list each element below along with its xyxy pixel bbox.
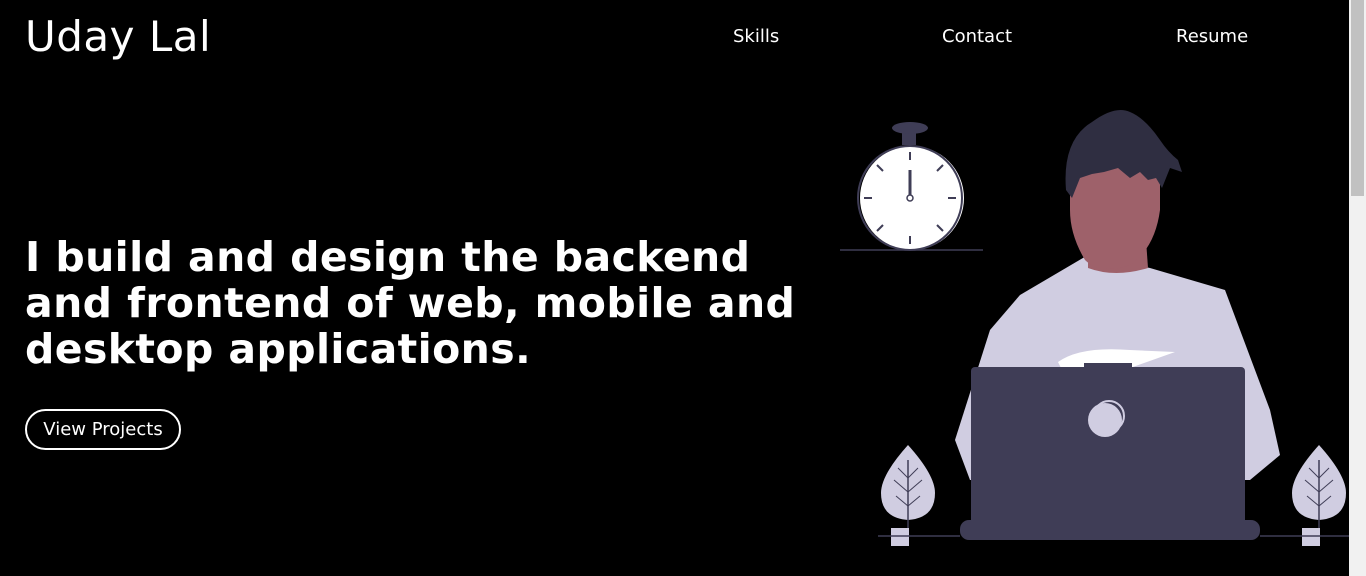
scrollbar-thumb[interactable] <box>1351 0 1364 196</box>
site-logo[interactable]: Uday Lal <box>25 10 211 64</box>
nav-link-contact[interactable]: Contact <box>942 26 1012 48</box>
page-scrollbar[interactable] <box>1349 0 1366 576</box>
developer-illustration <box>840 109 1349 546</box>
nav-link-resume[interactable]: Resume <box>1176 26 1248 48</box>
plant-icon <box>878 445 960 546</box>
view-projects-button[interactable]: View Projects <box>25 409 181 450</box>
laptop-icon <box>960 363 1260 540</box>
nav-link-skills[interactable]: Skills <box>733 26 779 48</box>
stopwatch-icon <box>840 122 983 251</box>
hero-headline: I build and design the backend and front… <box>25 233 796 373</box>
